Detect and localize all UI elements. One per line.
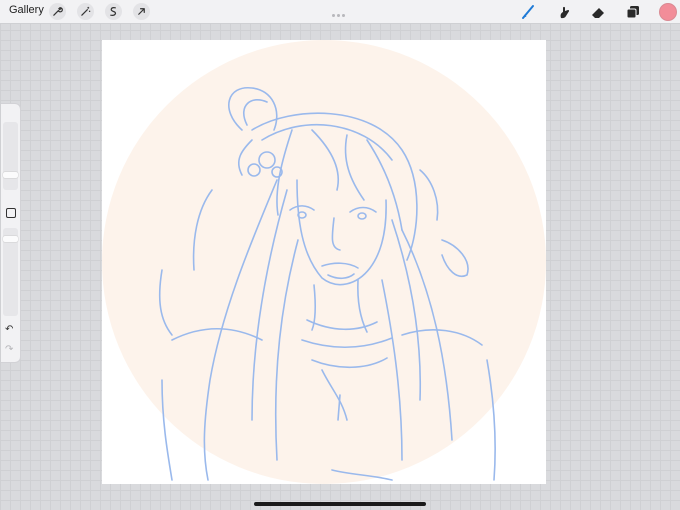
drawing-canvas[interactable] xyxy=(102,40,546,484)
undo-icon[interactable]: ↶ xyxy=(5,324,13,335)
sketch-artwork xyxy=(102,40,546,484)
brush-icon xyxy=(522,5,534,19)
toolbar-grip[interactable] xyxy=(332,4,348,17)
top-toolbar: Gallery xyxy=(0,0,680,24)
magic-wand-icon xyxy=(81,6,91,16)
eraser-button[interactable] xyxy=(589,3,607,21)
opacity-thumb[interactable] xyxy=(3,236,18,242)
gallery-button[interactable]: Gallery xyxy=(9,4,44,16)
brush-size-thumb[interactable] xyxy=(3,172,18,178)
modify-button[interactable] xyxy=(6,208,16,218)
transform-button[interactable] xyxy=(133,3,150,20)
smudge-button[interactable] xyxy=(555,3,573,21)
home-indicator[interactable] xyxy=(254,502,426,506)
layers-button[interactable] xyxy=(624,3,642,21)
smudge-icon xyxy=(560,6,570,19)
brush-size-slider[interactable] xyxy=(3,122,18,190)
actions-button[interactable] xyxy=(49,3,66,20)
wrench-icon xyxy=(53,7,63,16)
brush-button[interactable] xyxy=(520,3,538,21)
redo-icon[interactable]: ↷ xyxy=(5,344,13,355)
selection-icon xyxy=(110,7,117,16)
color-picker-button[interactable] xyxy=(659,3,677,21)
selection-button[interactable] xyxy=(105,3,122,20)
eraser-icon xyxy=(592,8,604,18)
transform-arrow-icon xyxy=(138,8,145,15)
adjustments-button[interactable] xyxy=(77,3,94,20)
brush-sidebar: ↶ ↷ xyxy=(1,103,21,363)
layers-icon xyxy=(626,6,639,19)
opacity-slider[interactable] xyxy=(3,228,18,316)
background-circle xyxy=(102,40,546,484)
